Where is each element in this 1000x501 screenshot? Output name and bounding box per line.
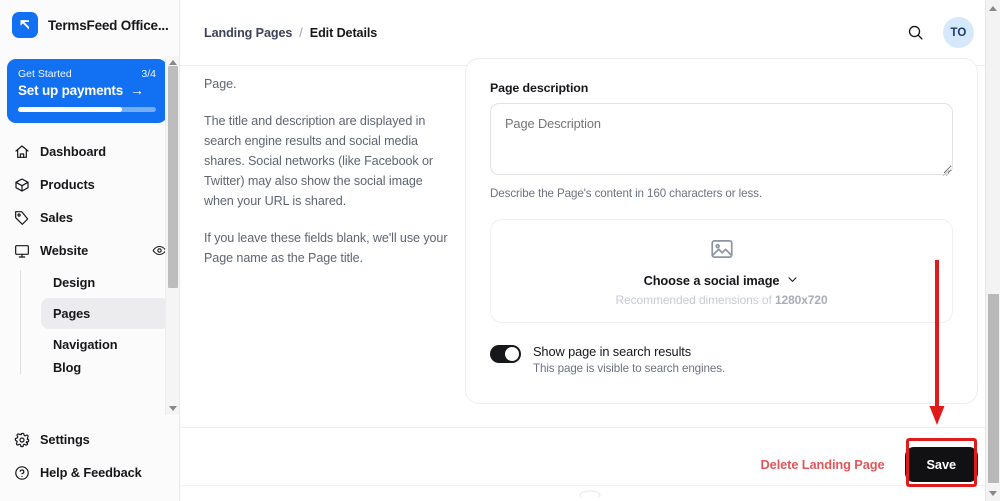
sidebar-item-label: Help & Feedback: [40, 465, 142, 480]
sidebar-item-label: Website: [40, 243, 89, 258]
top-bar: Landing Pages / Edit Details TO: [180, 0, 1000, 66]
page-description-hint: Describe the Page's content in 160 chara…: [490, 187, 762, 200]
get-started-label: Get Started: [18, 68, 72, 80]
sidebar-item-label: Products: [40, 177, 95, 192]
arrow-right-icon: →: [130, 82, 144, 98]
sidebar-item-help-feedback[interactable]: Help & Feedback: [0, 456, 179, 489]
monitor-icon: [13, 242, 30, 259]
page-scroll-down-arrow-icon[interactable]: [986, 486, 1000, 500]
breadcrumb-current: Edit Details: [309, 25, 378, 40]
sidebar-scrollbar[interactable]: [165, 56, 179, 415]
sidebar-item-products[interactable]: Products: [0, 168, 179, 201]
page-bottom-edge: [180, 485, 1000, 501]
breadcrumb-parent[interactable]: Landing Pages: [204, 26, 292, 40]
brand-name: TermsFeed Office...: [48, 17, 169, 33]
social-image-dropzone[interactable]: Choose a social image Recommended dimens…: [490, 219, 953, 323]
box-icon: [13, 176, 30, 193]
top-bar-actions: TO: [903, 17, 974, 48]
get-started-title-text: Set up payments: [18, 82, 124, 98]
help-paragraph: Page.: [204, 77, 237, 91]
image-placeholder-icon: [709, 236, 735, 267]
page-scrollbar-thumb[interactable]: [988, 294, 999, 483]
delete-landing-page-button[interactable]: Delete Landing Page: [761, 457, 885, 472]
get-started-progress-fill: [18, 107, 122, 112]
social-image-title-text: Choose a social image: [643, 273, 780, 288]
scroll-down-arrow-icon[interactable]: [166, 402, 179, 415]
show-in-search-toggle[interactable]: [490, 345, 521, 363]
avatar[interactable]: TO: [943, 17, 974, 48]
get-started-title: Set up payments →: [18, 82, 156, 98]
show-in-search-description: This page is visible to search engines.: [533, 362, 726, 375]
app-root: TermsFeed Office... Get Started 3/4 Set …: [0, 0, 1000, 501]
sidebar-item-design[interactable]: Design: [41, 267, 169, 298]
search-visibility-row: Show page in search results This page is…: [490, 344, 953, 375]
tag-icon: [13, 209, 30, 226]
sidebar-item-dashboard[interactable]: Dashboard: [0, 135, 179, 168]
sidebar-item-pages[interactable]: Pages: [41, 298, 169, 329]
sidebar-item-navigation[interactable]: Navigation: [41, 329, 169, 360]
get-started-progress: [18, 107, 156, 112]
chevron-down-icon[interactable]: [786, 273, 799, 289]
social-image-recommendation: Recommended dimensions of 1280x720: [615, 293, 827, 307]
sidebar-item-label: Sales: [40, 210, 73, 225]
main-area: Landing Pages / Edit Details TO Page. Th…: [180, 0, 1000, 501]
sidebar-item-label: Settings: [40, 432, 90, 447]
sidebar-subitem-label: Design: [53, 275, 96, 290]
sidebar-item-settings[interactable]: Settings: [0, 423, 179, 456]
recommendation-value: 1280x720: [774, 292, 828, 307]
breadcrumb-separator: /: [299, 25, 303, 40]
sidebar-scrollbar-thumb[interactable]: [168, 66, 178, 288]
sidebar: TermsFeed Office... Get Started 3/4 Set …: [0, 0, 180, 501]
sidebar-subitem-label: Navigation: [53, 337, 118, 352]
page-description-input[interactable]: [490, 103, 953, 175]
get-started-count: 3/4: [141, 68, 156, 80]
help-text-column: Page. The title and description are disp…: [204, 74, 454, 285]
get-started-card[interactable]: Get Started 3/4 Set up payments →: [7, 59, 167, 123]
sidebar-item-blog[interactable]: Blog: [41, 360, 169, 376]
primary-nav: Dashboard Products Sales Website Design …: [0, 135, 179, 376]
sidebar-item-website[interactable]: Website: [0, 234, 179, 267]
toggle-knob: [505, 347, 519, 361]
brand[interactable]: TermsFeed Office...: [0, 0, 179, 48]
partial-element-icon: [579, 490, 601, 497]
page-scrollbar[interactable]: [985, 0, 1000, 501]
termsfeed-logo-icon: [12, 12, 38, 38]
page-description-label: Page description: [490, 81, 589, 95]
website-subnav: Design Pages Navigation Blog: [20, 267, 179, 376]
breadcrumb: Landing Pages / Edit Details: [204, 26, 377, 40]
help-paragraph: If you leave these fields blank, we'll u…: [204, 231, 448, 265]
page-scroll-up-arrow-icon[interactable]: [986, 1, 1000, 15]
social-image-title: Choose a social image: [644, 273, 800, 289]
question-circle-icon: [13, 464, 30, 481]
recommendation-prefix: Recommended dimensions of: [615, 292, 775, 307]
sidebar-item-label: Dashboard: [40, 144, 106, 159]
gear-icon: [13, 431, 30, 448]
sidebar-subitem-label: Blog: [53, 360, 82, 375]
seo-settings-card: Page description Describe the Page's con…: [465, 58, 978, 404]
home-icon: [13, 143, 30, 160]
search-icon[interactable]: [903, 21, 927, 45]
save-button[interactable]: Save: [904, 447, 978, 482]
sidebar-item-sales[interactable]: Sales: [0, 201, 179, 234]
secondary-nav: Settings Help & Feedback: [0, 423, 179, 489]
help-paragraph: The title and description are displayed …: [204, 114, 433, 208]
show-in-search-label: Show page in search results: [533, 344, 692, 359]
sidebar-subitem-label: Pages: [53, 306, 91, 321]
